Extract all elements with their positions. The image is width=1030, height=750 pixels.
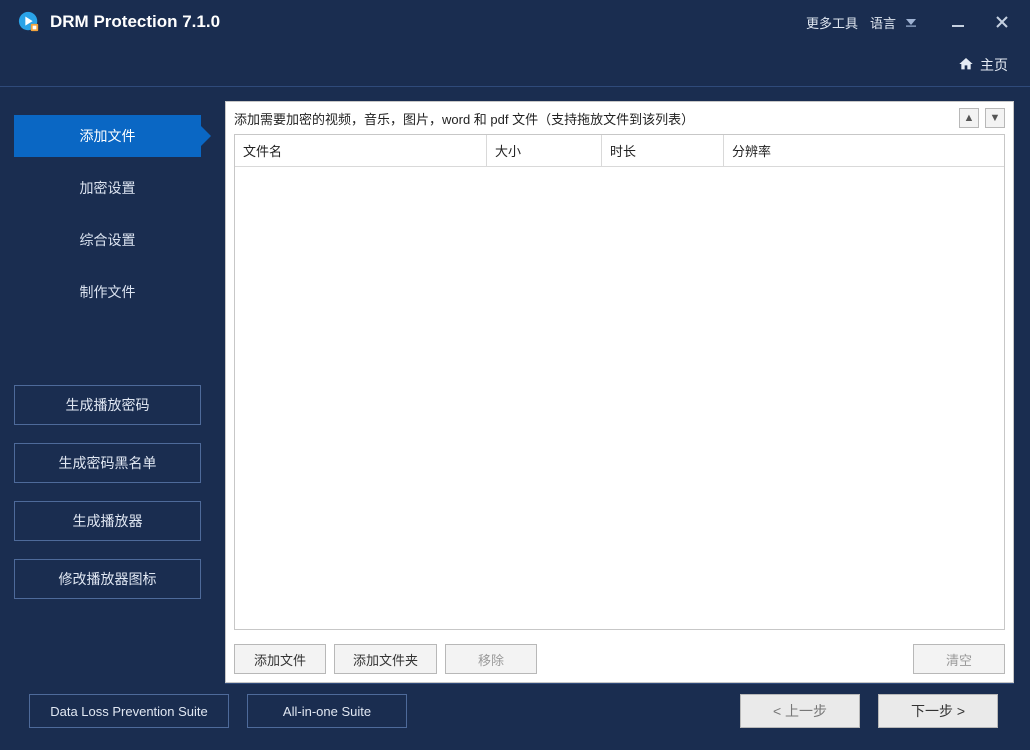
home-row: 主页 [0, 44, 1030, 86]
btn-label: 移除 [478, 650, 504, 669]
nav-list: 添加文件 加密设置 综合设置 制作文件 [14, 115, 201, 323]
btn-label: All-in-one Suite [283, 704, 371, 719]
gen-play-password-button[interactable]: 生成播放密码 [14, 385, 201, 425]
modify-player-icon-button[interactable]: 修改播放器图标 [14, 559, 201, 599]
aio-suite-button[interactable]: All-in-one Suite [247, 694, 407, 728]
nav-label: 加密设置 [80, 178, 136, 198]
footer: Data Loss Prevention Suite All-in-one Su… [225, 683, 1014, 738]
minimize-button[interactable] [946, 10, 970, 34]
nav-general-settings[interactable]: 综合设置 [14, 219, 201, 261]
prev-step-button[interactable]: < 上一步 [740, 694, 860, 728]
file-actions: 添加文件 添加文件夹 移除 清空 [226, 638, 1013, 682]
btn-label: 清空 [946, 650, 972, 669]
home-icon [958, 56, 974, 75]
move-down-button[interactable]: ▼ [985, 108, 1005, 128]
add-file-button[interactable]: 添加文件 [234, 644, 326, 674]
col-resolution[interactable]: 分辨率 [724, 135, 1004, 166]
table-header: 文件名 大小 时长 分辨率 [235, 135, 1004, 167]
col-duration[interactable]: 时长 [602, 135, 724, 166]
titlebar: DRM Protection 7.1.0 更多工具 语言 [0, 0, 1030, 44]
language-dropdown-icon[interactable] [904, 15, 918, 29]
titlebar-right: 更多工具 语言 [804, 9, 1020, 36]
btn-label: 修改播放器图标 [59, 569, 157, 589]
language-link[interactable]: 语言 [868, 9, 898, 36]
col-filename[interactable]: 文件名 [235, 135, 487, 166]
next-step-button[interactable]: 下一步 > [878, 694, 998, 728]
gen-player-button[interactable]: 生成播放器 [14, 501, 201, 541]
arrow-down-icon: ▼ [990, 112, 1001, 124]
btn-label: 生成播放器 [73, 511, 143, 531]
app-icon [18, 11, 40, 33]
add-folder-button[interactable]: 添加文件夹 [334, 644, 437, 674]
side-buttons: 生成播放密码 生成密码黑名单 生成播放器 修改播放器图标 [14, 385, 201, 599]
close-button[interactable] [990, 10, 1014, 34]
clear-button[interactable]: 清空 [913, 644, 1005, 674]
hint-text: 添加需要加密的视频，音乐，图片，word 和 pdf 文件（支持拖放文件到该列表… [234, 109, 694, 128]
app-title: DRM Protection 7.1.0 [50, 12, 220, 32]
btn-label: Data Loss Prevention Suite [50, 704, 208, 719]
main: 添加文件 加密设置 综合设置 制作文件 生成播放密码 生成密码黑名单 生成播放器… [0, 87, 1030, 750]
nav-make-files[interactable]: 制作文件 [14, 271, 201, 313]
reorder-buttons: ▲ ▼ [959, 108, 1005, 128]
btn-label: 添加文件 [254, 650, 306, 669]
home-link[interactable]: 主页 [958, 55, 1008, 75]
nav-label: 综合设置 [80, 230, 136, 250]
titlebar-left: DRM Protection 7.1.0 [18, 11, 220, 33]
more-tools-link[interactable]: 更多工具 [804, 9, 860, 36]
home-label: 主页 [980, 55, 1008, 75]
hint-row: 添加需要加密的视频，音乐，图片，word 和 pdf 文件（支持拖放文件到该列表… [226, 102, 1013, 134]
btn-label: 下一步 > [911, 701, 965, 721]
dlp-suite-button[interactable]: Data Loss Prevention Suite [29, 694, 229, 728]
btn-label: < 上一步 [773, 701, 827, 721]
sidebar: 添加文件 加密设置 综合设置 制作文件 生成播放密码 生成密码黑名单 生成播放器… [0, 87, 215, 750]
col-size[interactable]: 大小 [487, 135, 602, 166]
nav-label: 添加文件 [80, 126, 136, 146]
remove-button[interactable]: 移除 [445, 644, 537, 674]
nav-encrypt-settings[interactable]: 加密设置 [14, 167, 201, 209]
file-table[interactable]: 文件名 大小 时长 分辨率 [234, 134, 1005, 630]
btn-label: 生成播放密码 [66, 395, 150, 415]
move-up-button[interactable]: ▲ [959, 108, 979, 128]
btn-label: 生成密码黑名单 [59, 453, 157, 473]
content: 添加需要加密的视频，音乐，图片，word 和 pdf 文件（支持拖放文件到该列表… [215, 87, 1030, 750]
panel: 添加需要加密的视频，音乐，图片，word 和 pdf 文件（支持拖放文件到该列表… [225, 101, 1014, 683]
nav-label: 制作文件 [80, 282, 136, 302]
nav-add-files[interactable]: 添加文件 [14, 115, 201, 157]
table-body[interactable] [235, 167, 1004, 629]
arrow-up-icon: ▲ [964, 112, 975, 124]
btn-label: 添加文件夹 [353, 650, 418, 669]
gen-password-blacklist-button[interactable]: 生成密码黑名单 [14, 443, 201, 483]
